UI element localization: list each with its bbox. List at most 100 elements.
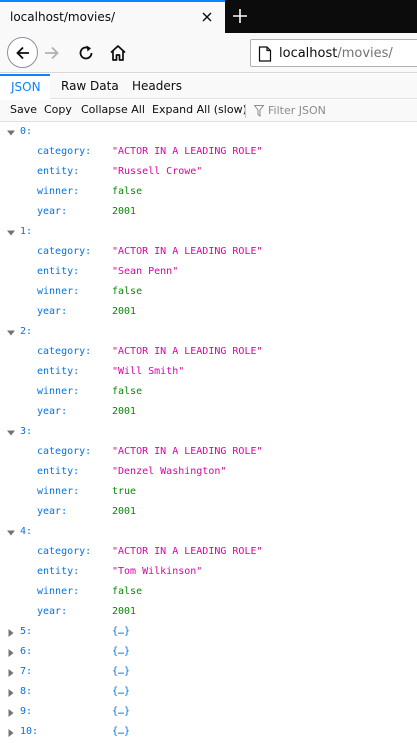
property-value: "ACTOR IN A LEADING ROLE" — [112, 546, 263, 557]
array-index: 7: — [20, 666, 33, 677]
tree-row-collapsed[interactable]: 8: {…} — [0, 683, 417, 703]
property-key: category: — [37, 546, 92, 557]
property-key: winner: — [37, 486, 80, 497]
property-value: "Will Smith" — [112, 366, 185, 377]
tree-row-expanded[interactable]: 4: — [0, 523, 417, 543]
save-button[interactable]: Save — [10, 103, 37, 116]
copy-button[interactable]: Copy — [44, 103, 72, 116]
collapsed-summary: {…} — [112, 706, 131, 717]
collapsed-triangle-icon[interactable] — [7, 689, 15, 697]
new-tab-icon[interactable] — [229, 5, 251, 27]
tree-row: category: "ACTOR IN A LEADING ROLE" — [0, 243, 417, 263]
tab-json[interactable]: JSON — [0, 74, 50, 100]
array-index: 5: — [20, 626, 33, 637]
tree-row-expanded[interactable]: 1: — [0, 223, 417, 243]
property-value: 2001 — [112, 406, 137, 417]
property-key: year: — [37, 506, 68, 517]
tree-row: entity: "Tom Wilkinson" — [0, 563, 417, 583]
property-key: entity: — [37, 366, 80, 377]
tree-row: entity: "Denzel Washington" — [0, 463, 417, 483]
collapsed-summary: {…} — [112, 666, 131, 677]
property-key: entity: — [37, 466, 80, 477]
expanded-triangle-icon[interactable] — [7, 329, 15, 337]
tree-row-collapsed[interactable]: 7: {…} — [0, 663, 417, 683]
property-key: year: — [37, 206, 68, 217]
tree-row: category: "ACTOR IN A LEADING ROLE" — [0, 143, 417, 163]
json-tree: 0: category: "ACTOR IN A LEADING ROLE" en… — [0, 123, 417, 743]
property-key: winner: — [37, 186, 80, 197]
array-index: 2: — [20, 326, 33, 337]
property-key: category: — [37, 346, 92, 357]
toolbar-divider — [245, 104, 246, 118]
tree-row-expanded[interactable]: 3: — [0, 423, 417, 443]
tree-row-expanded[interactable]: 2: — [0, 323, 417, 343]
property-key: year: — [37, 606, 68, 617]
tree-row: category: "ACTOR IN A LEADING ROLE" — [0, 543, 417, 563]
property-key: year: — [37, 306, 68, 317]
tab-headers[interactable]: Headers — [132, 74, 182, 99]
json-viewer-tabs: JSON Raw Data Headers — [0, 74, 417, 100]
collapsed-triangle-icon[interactable] — [7, 669, 15, 677]
collapsed-triangle-icon[interactable] — [7, 729, 15, 737]
array-index: 4: — [20, 526, 33, 537]
home-icon[interactable] — [108, 43, 128, 63]
browser-tab[interactable]: localhost/movies/ — [0, 0, 225, 33]
property-value: "ACTOR IN A LEADING ROLE" — [112, 346, 263, 357]
tree-row-expanded[interactable]: 0: — [0, 123, 417, 143]
forward-arrow-icon[interactable] — [42, 43, 62, 63]
property-key: winner: — [37, 586, 80, 597]
tab-title: localhost/movies/ — [10, 10, 116, 24]
array-index: 3: — [20, 426, 33, 437]
property-value: "Russell Crowe" — [112, 166, 203, 177]
expanded-triangle-icon[interactable] — [7, 529, 15, 537]
collapse-all-button[interactable]: Collapse All — [81, 103, 145, 116]
property-key: category: — [37, 146, 92, 157]
tree-row: entity: "Will Smith" — [0, 363, 417, 383]
array-index: 10: — [20, 726, 39, 737]
close-icon[interactable] — [198, 8, 216, 26]
property-value: "ACTOR IN A LEADING ROLE" — [112, 446, 263, 457]
tree-row: category: "ACTOR IN A LEADING ROLE" — [0, 443, 417, 463]
property-value: "ACTOR IN A LEADING ROLE" — [112, 246, 263, 257]
tree-row: winner: false — [0, 583, 417, 603]
tree-row: winner: true — [0, 483, 417, 503]
tree-row: entity: "Sean Penn" — [0, 263, 417, 283]
tab-strip: localhost/movies/ — [0, 0, 417, 33]
url-path: /movies/ — [337, 46, 393, 61]
expanded-triangle-icon[interactable] — [7, 429, 15, 437]
tree-row-collapsed[interactable]: 10: {…} — [0, 723, 417, 743]
collapsed-triangle-icon[interactable] — [7, 709, 15, 717]
property-key: category: — [37, 246, 92, 257]
tree-row: year: 2001 — [0, 203, 417, 223]
array-index: 8: — [20, 686, 33, 697]
collapsed-triangle-icon[interactable] — [7, 649, 15, 657]
expanded-triangle-icon[interactable] — [7, 229, 15, 237]
tab-raw-data[interactable]: Raw Data — [61, 74, 119, 99]
reload-icon[interactable] — [76, 43, 96, 63]
property-value: false — [112, 286, 143, 297]
collapsed-triangle-icon[interactable] — [7, 629, 15, 637]
filter-icon — [254, 105, 264, 117]
url-bar[interactable]: localhost/movies/ — [250, 39, 417, 67]
tree-row-collapsed[interactable]: 6: {…} — [0, 643, 417, 663]
tree-row-collapsed[interactable]: 5: {…} — [0, 623, 417, 643]
expanded-triangle-icon[interactable] — [7, 129, 15, 137]
tree-row-collapsed[interactable]: 9: {…} — [0, 703, 417, 723]
url-text: localhost/movies/ — [279, 46, 393, 61]
tree-row: entity: "Russell Crowe" — [0, 163, 417, 183]
expand-all-button[interactable]: Expand All (slow) — [152, 103, 247, 116]
property-key: entity: — [37, 166, 80, 177]
array-index: 6: — [20, 646, 33, 657]
collapsed-summary: {…} — [112, 686, 131, 697]
filter-json-input[interactable] — [268, 101, 408, 120]
property-key: entity: — [37, 566, 80, 577]
back-button[interactable] — [7, 37, 38, 68]
tree-row: winner: false — [0, 383, 417, 403]
back-arrow-icon — [16, 46, 29, 60]
array-index: 1: — [20, 226, 33, 237]
collapsed-summary: {…} — [112, 646, 131, 657]
array-index: 0: — [20, 126, 33, 137]
property-value: "ACTOR IN A LEADING ROLE" — [112, 146, 263, 157]
property-key: category: — [37, 446, 92, 457]
url-host: localhost — [279, 46, 338, 61]
